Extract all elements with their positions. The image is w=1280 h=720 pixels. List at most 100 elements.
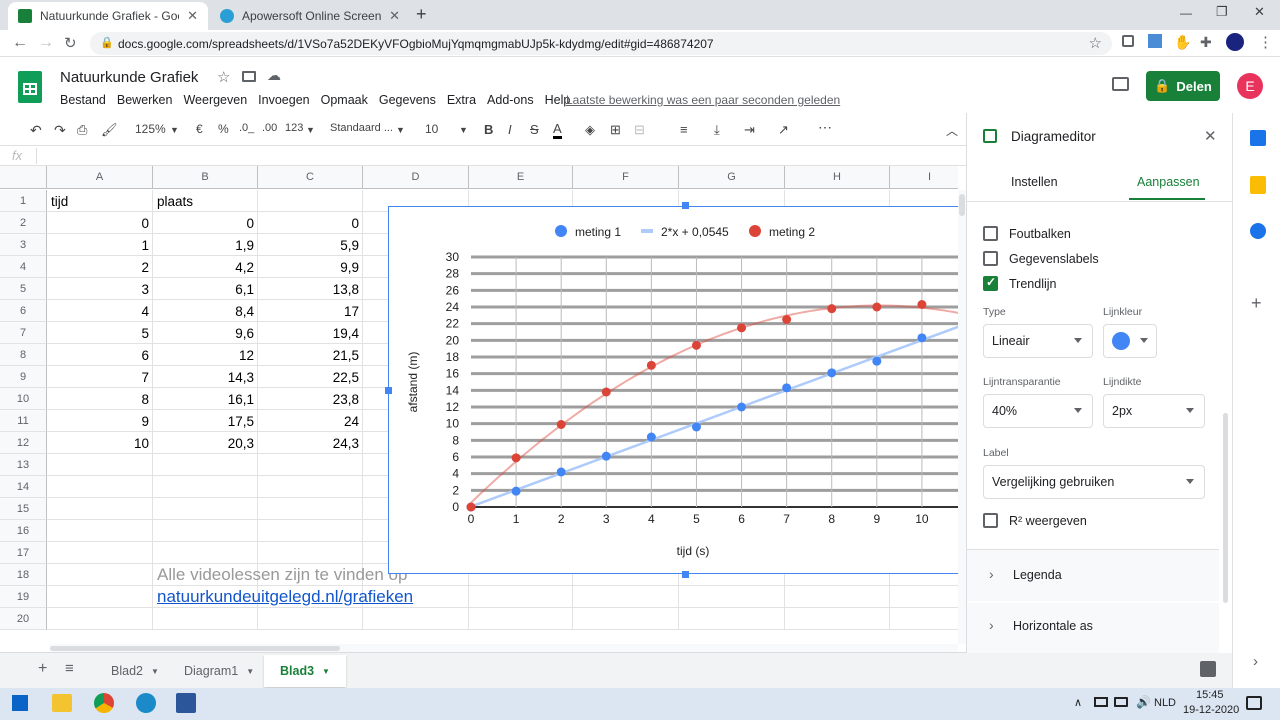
row-header[interactable]: 4 — [0, 256, 47, 278]
cell[interactable]: 12 — [153, 344, 258, 366]
browser-tab-sheets[interactable]: Natuurkunde Grafiek - Google Sp ✕ — [8, 2, 208, 30]
share-button[interactable]: 🔒 Delen — [1146, 71, 1220, 101]
row-header[interactable]: 11 — [0, 410, 47, 432]
sheet-tab-blad3[interactable]: Blad3 ▼ — [264, 655, 346, 687]
last-edit-link[interactable]: Laatste bewerking was een paar seconden … — [566, 93, 840, 107]
cell[interactable]: 23,8 — [258, 388, 363, 410]
row-header[interactable]: 9 — [0, 366, 47, 388]
cell[interactable]: 9 — [47, 410, 153, 432]
close-tab-icon[interactable]: ✕ — [389, 8, 400, 24]
chart-resize-handle[interactable] — [385, 387, 392, 394]
menu-weergeven[interactable]: Weergeven — [183, 93, 247, 107]
chrome-icon[interactable] — [94, 693, 114, 713]
minimize-icon[interactable]: — — [1180, 6, 1192, 20]
section-horizontal-axis[interactable]: › Horizontale as — [967, 603, 1219, 653]
browser-tab-apowersoft[interactable]: Apowersoft Online Screen Record ✕ — [210, 2, 410, 30]
column-header[interactable]: D — [363, 166, 469, 189]
word-icon[interactable] — [176, 693, 196, 713]
cell[interactable]: 22,5 — [258, 366, 363, 388]
column-header[interactable]: B — [153, 166, 258, 189]
close-window-icon[interactable]: ✕ — [1254, 4, 1265, 20]
file-explorer-icon[interactable] — [52, 694, 72, 712]
cell[interactable]: 7 — [47, 366, 153, 388]
select-all-corner[interactable] — [0, 166, 47, 189]
cell[interactable]: 6,1 — [153, 278, 258, 300]
star-icon[interactable]: ☆ — [217, 68, 230, 86]
sheets-logo-icon[interactable] — [18, 71, 42, 103]
bookmark-star-icon[interactable]: ☆ — [1089, 34, 1102, 52]
back-icon[interactable]: ← — [12, 34, 28, 52]
calendar-icon[interactable] — [1250, 130, 1266, 146]
column-header[interactable]: A — [47, 166, 153, 189]
menu-add-ons[interactable]: Add-ons — [487, 93, 534, 107]
cell[interactable]: 0 — [153, 212, 258, 234]
trendline-checkbox[interactable]: ✓ — [983, 275, 998, 291]
formula-input[interactable] — [44, 146, 954, 165]
cloud-saved-icon[interactable]: ☁ — [267, 67, 281, 84]
forward-icon[interactable]: → — [38, 34, 54, 52]
merge-cells-icon[interactable]: ⊟ — [634, 122, 645, 138]
undo-icon[interactable]: ↶ — [30, 122, 42, 139]
cell[interactable]: 21,5 — [258, 344, 363, 366]
clock-time[interactable]: 15:45 — [1196, 689, 1224, 701]
cell[interactable]: 6 — [47, 344, 153, 366]
cell[interactable]: 9,6 — [153, 322, 258, 344]
cell[interactable]: 19,4 — [258, 322, 363, 344]
column-header[interactable]: G — [679, 166, 785, 189]
cell[interactable]: 17 — [258, 300, 363, 322]
cell[interactable]: 4 — [47, 300, 153, 322]
cell[interactable]: 5,9 — [258, 234, 363, 256]
account-avatar[interactable]: E — [1237, 73, 1263, 99]
maximize-icon[interactable]: ❐ — [1216, 4, 1228, 20]
menu-bestand[interactable]: Bestand — [60, 93, 106, 107]
section-legend[interactable]: › Legenda — [967, 550, 1219, 601]
reload-icon[interactable]: ↻ — [64, 34, 77, 52]
chart-resize-handle[interactable] — [682, 571, 689, 578]
profile-avatar[interactable] — [1226, 33, 1244, 51]
zoom-select[interactable]: 125% — [135, 122, 166, 136]
cell[interactable]: 17,5 — [153, 410, 258, 432]
row-header[interactable]: 20 — [0, 608, 47, 630]
cell[interactable]: 20,3 — [153, 432, 258, 454]
linecolor-select[interactable] — [1103, 324, 1157, 358]
volume-icon[interactable]: 🔊 — [1136, 695, 1151, 709]
clock-date[interactable]: 19-12-2020 — [1183, 704, 1239, 716]
sheet-tab-blad2[interactable]: Blad2 ▼ — [95, 655, 175, 687]
decrease-decimals-button[interactable]: .0_ — [239, 122, 254, 134]
font-select[interactable]: Standaard ... — [330, 122, 393, 134]
comments-icon[interactable] — [1112, 77, 1129, 91]
windows-start-icon[interactable] — [12, 695, 28, 711]
add-addon-icon[interactable]: + — [1251, 293, 1262, 314]
borders-icon[interactable]: ⊞ — [610, 122, 621, 138]
cell[interactable]: 1 — [47, 234, 153, 256]
explore-icon[interactable] — [1200, 661, 1216, 677]
row-header[interactable]: 5 — [0, 278, 47, 300]
keep-icon[interactable] — [1250, 176, 1266, 194]
row-header[interactable]: 18 — [0, 564, 47, 586]
cell[interactable]: 0 — [47, 212, 153, 234]
row-header[interactable]: 15 — [0, 498, 47, 520]
row-header[interactable]: 6 — [0, 300, 47, 322]
menu-bewerken[interactable]: Bewerken — [117, 93, 173, 107]
column-header[interactable]: H — [785, 166, 890, 189]
column-header[interactable]: I — [890, 166, 958, 189]
close-panel-icon[interactable]: ✕ — [1204, 127, 1217, 145]
extension-hand-icon[interactable]: ✋ — [1174, 34, 1191, 51]
more-icon[interactable]: ⋯ — [818, 119, 832, 136]
battery-icon[interactable] — [1094, 697, 1108, 707]
cell[interactable]: 8,4 — [153, 300, 258, 322]
errorbars-checkbox[interactable] — [983, 226, 998, 241]
vertical-align-icon[interactable]: ⤓ — [714, 122, 720, 138]
cell[interactable]: 2 — [47, 256, 153, 278]
row-header[interactable]: 10 — [0, 388, 47, 410]
tray-chevron-icon[interactable]: ∧ — [1074, 696, 1082, 709]
datalabels-checkbox[interactable] — [983, 251, 998, 266]
row-header[interactable]: 16 — [0, 520, 47, 542]
r2-checkbox[interactable] — [983, 513, 998, 528]
cell[interactable]: 13,8 — [258, 278, 363, 300]
font-size-select[interactable]: 10 — [425, 122, 438, 136]
column-header[interactable]: F — [573, 166, 679, 189]
row-header[interactable]: 2 — [0, 212, 47, 234]
chart[interactable]: 0246810121416182022242628300123456789101… — [388, 206, 995, 574]
redo-icon[interactable]: ↷ — [54, 122, 66, 139]
